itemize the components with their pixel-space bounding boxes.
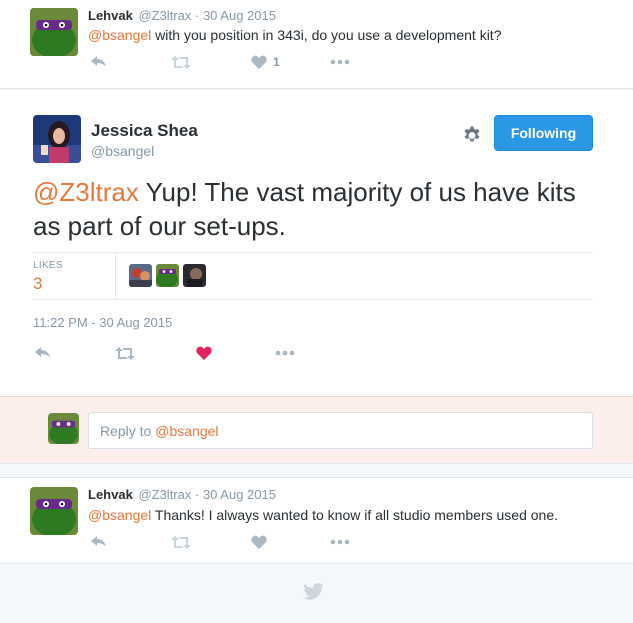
reply-prefix: Reply to bbox=[100, 423, 156, 439]
following-button[interactable]: Following bbox=[494, 115, 593, 151]
stats-top-divider bbox=[33, 252, 593, 253]
reply-icon bbox=[35, 347, 50, 358]
more-button[interactable] bbox=[330, 539, 350, 545]
reply-tweet[interactable]: Lehvak @Z3ltrax · 30 Aug 2015 @bsangel T… bbox=[0, 477, 633, 564]
like-button[interactable] bbox=[196, 346, 212, 360]
mention-link[interactable]: @bsangel bbox=[88, 27, 151, 43]
user-actions-button[interactable] bbox=[462, 124, 482, 149]
stats-bottom-divider bbox=[33, 299, 593, 300]
heart-icon bbox=[251, 535, 267, 549]
liker-avatars bbox=[129, 264, 206, 287]
more-icon bbox=[330, 59, 350, 65]
retweet-button[interactable] bbox=[171, 56, 191, 69]
retweet-button[interactable] bbox=[115, 347, 135, 360]
more-button[interactable] bbox=[330, 59, 350, 65]
like-count: 1 bbox=[273, 55, 280, 69]
tweet-text: Thanks! I always wanted to know if all s… bbox=[151, 507, 558, 523]
stats-vertical-divider bbox=[115, 253, 116, 299]
tweet-date[interactable]: 30 Aug 2015 bbox=[203, 8, 276, 23]
author-name[interactable]: Jessica Shea bbox=[91, 121, 198, 141]
likes-label: LIKES bbox=[33, 260, 63, 271]
liker-avatar[interactable] bbox=[156, 264, 179, 287]
liker-avatar[interactable] bbox=[183, 264, 206, 287]
mention-link[interactable]: @bsangel bbox=[88, 507, 151, 523]
tweet-text-line2: as part of our set-ups. bbox=[33, 211, 286, 241]
heart-icon bbox=[251, 55, 267, 69]
retweet-button[interactable] bbox=[171, 536, 191, 549]
author-name[interactable]: Lehvak bbox=[88, 8, 133, 23]
tweet-text: with you position in 343i, do you use a … bbox=[151, 27, 502, 43]
jessica-avatar[interactable] bbox=[33, 115, 81, 163]
heart-icon bbox=[196, 346, 212, 360]
more-button[interactable] bbox=[275, 350, 295, 356]
author-handle[interactable]: @bsangel bbox=[91, 143, 154, 159]
reply-icon bbox=[91, 536, 106, 547]
tweet-text-line1: Yup! The vast majority of us have kits bbox=[138, 177, 576, 207]
gear-icon bbox=[464, 126, 480, 142]
retweet-icon bbox=[171, 536, 191, 549]
tweet-date[interactable]: 30 Aug 2015 bbox=[203, 487, 276, 502]
liker-avatar[interactable] bbox=[129, 264, 152, 287]
reply-button[interactable] bbox=[91, 536, 107, 548]
likes-stat[interactable]: LIKES 3 bbox=[33, 260, 63, 294]
lehvak-avatar[interactable] bbox=[30, 8, 78, 56]
mention-link[interactable]: @Z3ltrax bbox=[33, 177, 139, 207]
reply-button[interactable] bbox=[35, 347, 51, 359]
reply-icon bbox=[91, 56, 106, 67]
lehvak-avatar[interactable] bbox=[30, 487, 78, 535]
parent-tweet[interactable]: Lehvak @Z3ltrax · 30 Aug 2015 @bsangel w… bbox=[0, 0, 633, 89]
reply-input[interactable]: Reply to @bsangel bbox=[88, 412, 593, 449]
author-handle[interactable]: @Z3ltrax bbox=[138, 8, 191, 23]
reply-button[interactable] bbox=[91, 56, 107, 68]
twitter-bird-icon bbox=[303, 583, 324, 605]
author-name[interactable]: Lehvak bbox=[88, 487, 133, 502]
retweet-icon bbox=[171, 56, 191, 69]
author-handle[interactable]: @Z3ltrax bbox=[138, 487, 191, 502]
my-avatar bbox=[48, 413, 79, 444]
more-icon bbox=[275, 350, 295, 356]
like-button[interactable] bbox=[251, 535, 267, 549]
like-button[interactable]: 1 bbox=[251, 55, 280, 69]
reply-mention: @bsangel bbox=[155, 423, 219, 439]
tweet-timestamp[interactable]: 11:22 PM - 30 Aug 2015 bbox=[33, 315, 172, 330]
retweet-icon bbox=[115, 347, 135, 360]
more-icon bbox=[330, 539, 350, 545]
likes-count: 3 bbox=[33, 274, 43, 293]
